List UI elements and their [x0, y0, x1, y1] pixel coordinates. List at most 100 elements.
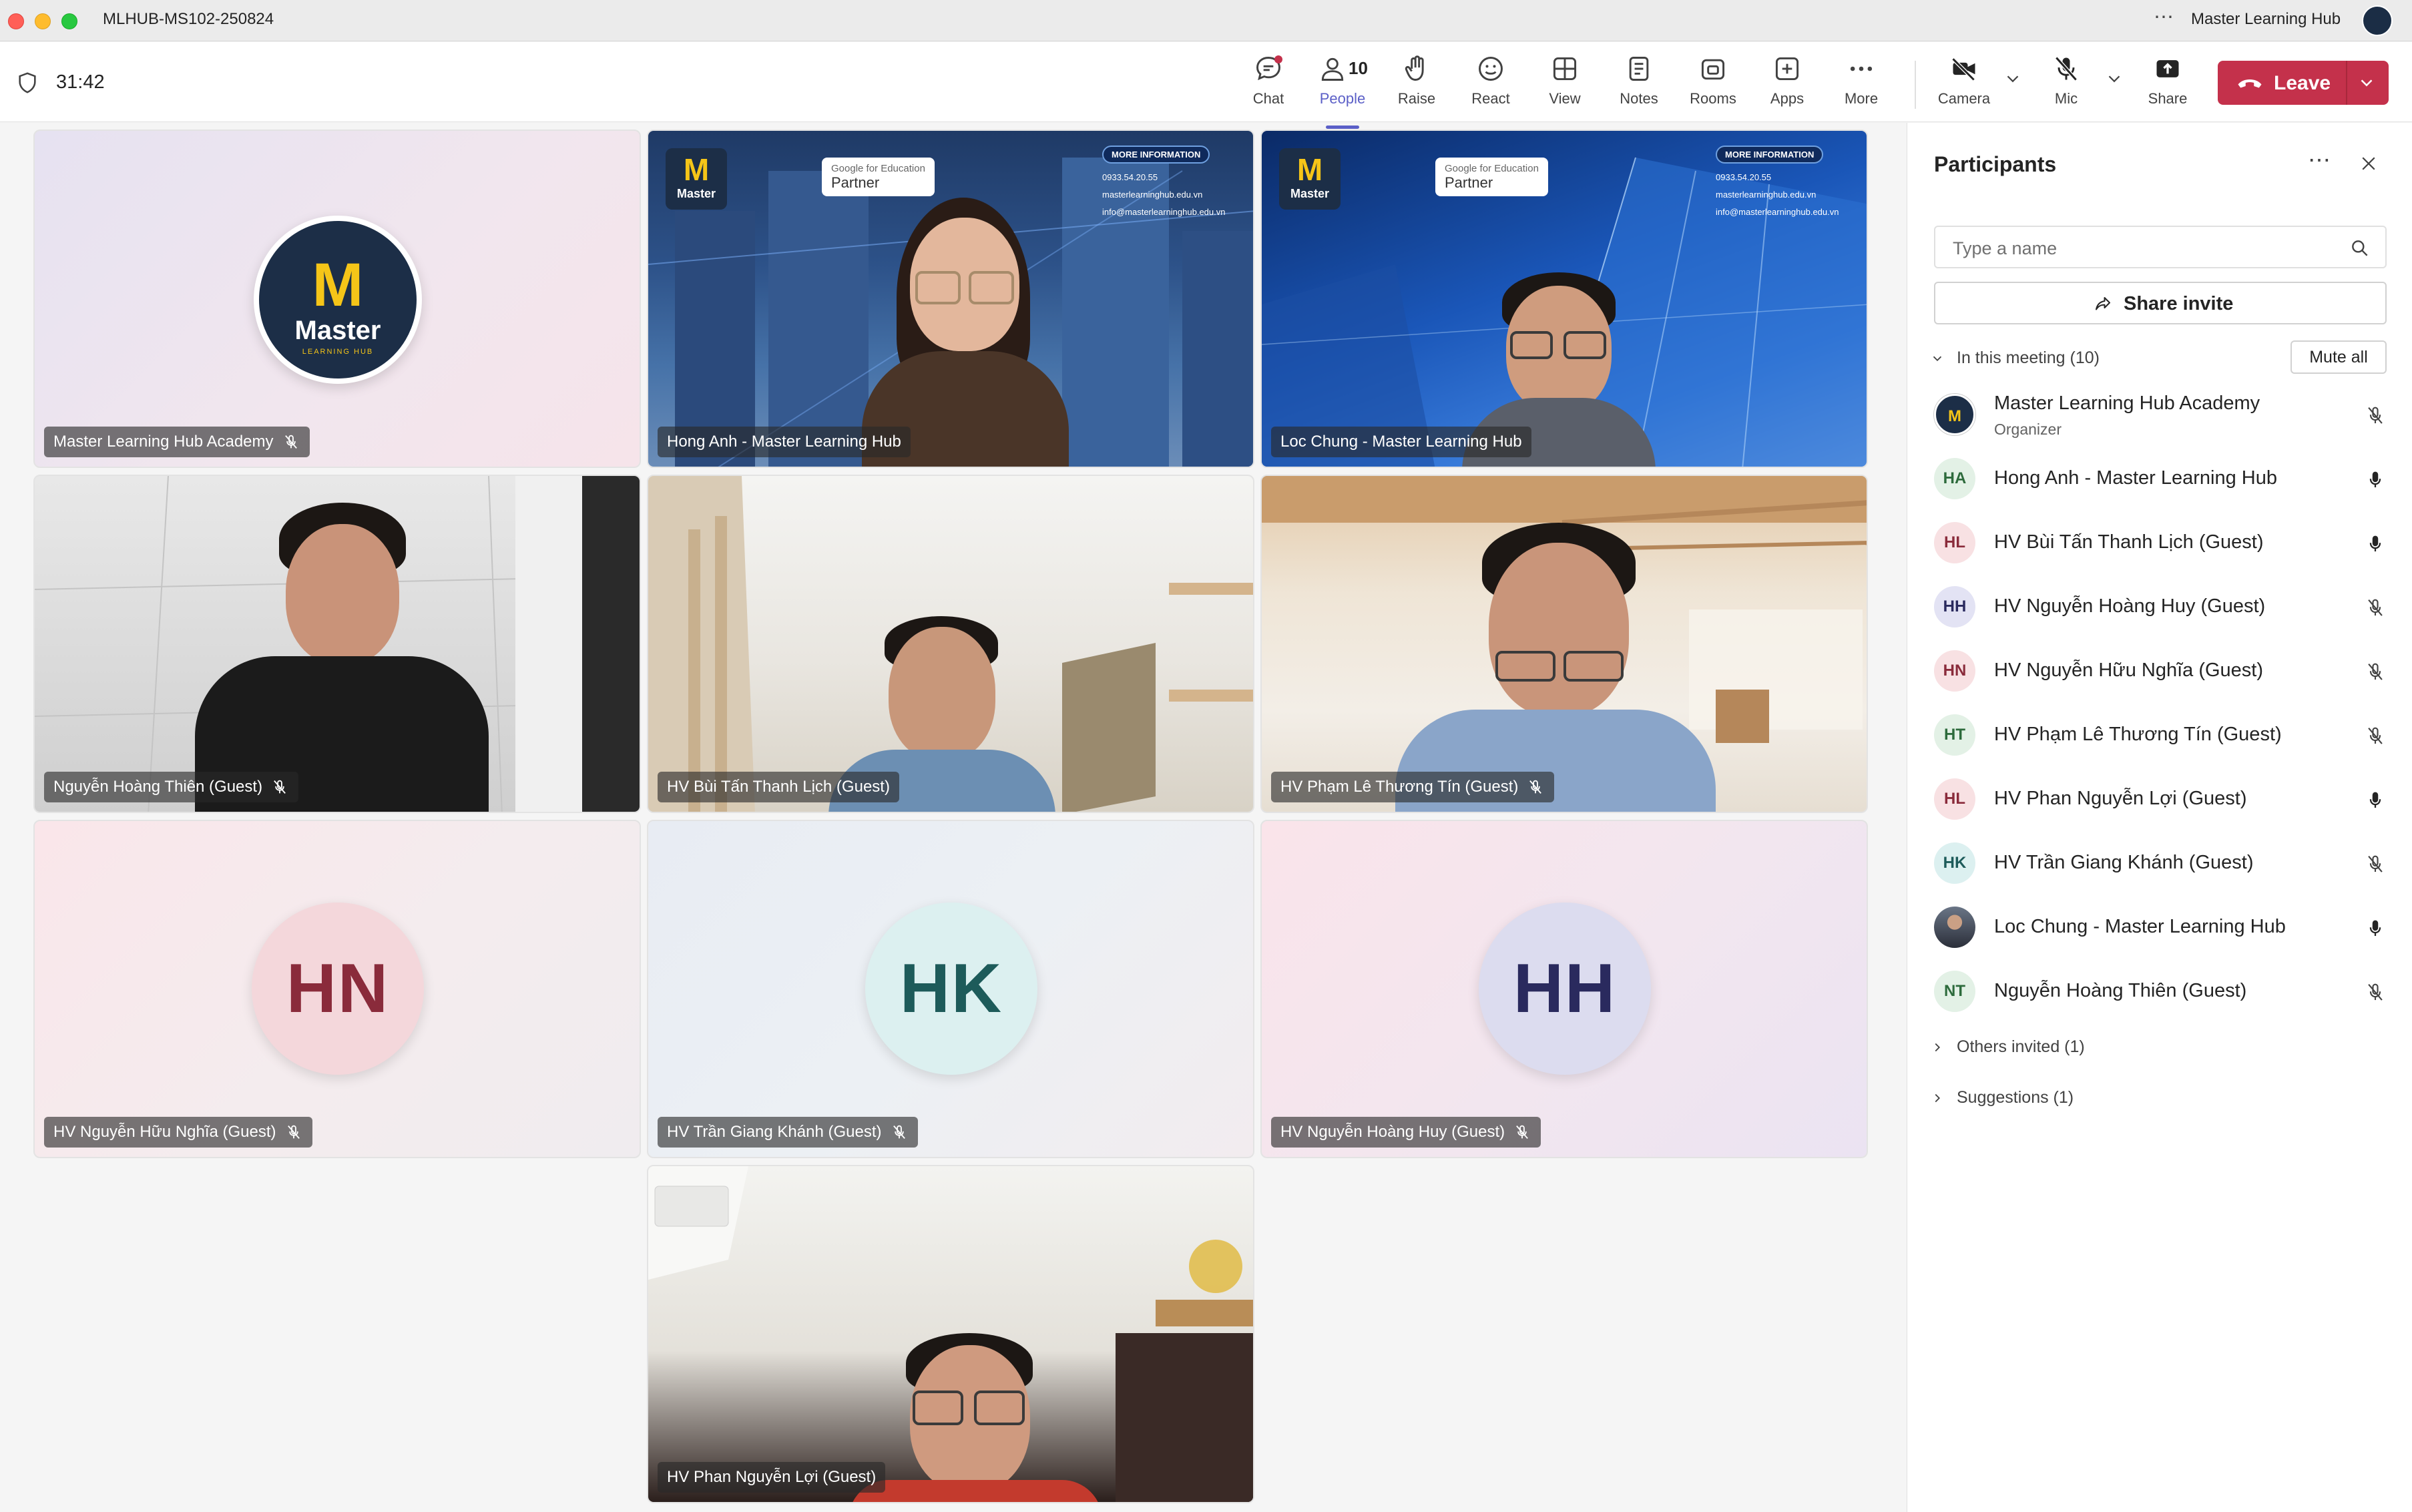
participant-name: Nguyễn Hoàng Thiên (Guest) [1994, 980, 2247, 1001]
mic-off-icon[interactable] [2364, 724, 2387, 747]
camera-label: Camera [1937, 90, 1991, 107]
mic-off-icon[interactable] [2364, 981, 2387, 1003]
more-options-icon[interactable]: ⋯ [2154, 5, 2174, 29]
raise-hand-button[interactable]: Raise [1380, 54, 1453, 118]
participant-name: Master Learning Hub Academy [53, 433, 274, 451]
more-button[interactable]: More [1825, 54, 1898, 118]
chevron-right-icon [1935, 1043, 1941, 1052]
participant-avatar: HN [1934, 650, 1975, 692]
mic-options-chevron-icon[interactable] [2104, 69, 2124, 89]
apps-label: Apps [1770, 90, 1804, 107]
org-name: Master Learning Hub [2191, 10, 2341, 28]
zoom-window-button[interactable] [61, 13, 77, 29]
participant-tile-pham-le-thuong-tin[interactable]: HV Phạm Lê Thương Tín (Guest) [1260, 475, 1868, 813]
mic-off-icon [893, 1125, 905, 1139]
camera-button[interactable]: Camera [1927, 54, 2001, 118]
participant-name: HV Phan Nguyễn Lợi (Guest) [667, 1468, 877, 1486]
participant-tile-nguyen-huu-nghia[interactable]: HN HV Nguyễn Hữu Nghĩa (Guest) [33, 820, 641, 1158]
minimize-window-button[interactable] [35, 13, 51, 29]
mic-off-icon[interactable] [2364, 596, 2387, 619]
participant-name-tag: Loc Chung - Master Learning Hub [1271, 427, 1531, 457]
participant-name: HV Trần Giang Khánh (Guest) [667, 1123, 882, 1141]
camera-options-chevron-icon[interactable] [2003, 69, 2023, 89]
participant-name-tag: HV Nguyễn Hữu Nghĩa (Guest) [44, 1117, 312, 1148]
participant-name: HV Nguyễn Hoàng Huy (Guest) [1280, 1123, 1505, 1141]
hang-up-icon [2238, 79, 2262, 88]
participant-row[interactable]: M Master Learning Hub Academy Organizer [1934, 383, 2387, 447]
share-invite-button[interactable]: Share invite [1934, 282, 2387, 324]
contact-info: MORE INFORMATION 0933.54.20.55 masterlea… [1102, 146, 1225, 221]
google-partner-badge: Google for Education Partner [822, 158, 935, 196]
close-window-button[interactable] [8, 13, 24, 29]
shield-icon [19, 72, 36, 93]
chat-button[interactable]: Chat [1232, 54, 1305, 118]
account-avatar[interactable] [2362, 5, 2393, 36]
participant-row[interactable]: HL HV Bùi Tấn Thanh Lịch (Guest) [1934, 511, 2387, 575]
participant-row[interactable]: LC Loc Chung - Master Learning Hub [1934, 896, 2387, 960]
participant-row[interactable]: NT Nguyễn Hoàng Thiên (Guest) [1934, 960, 2387, 1024]
rooms-label: Rooms [1690, 90, 1736, 107]
participant-tile-phan-nguyen-loi[interactable]: HV Phan Nguyễn Lợi (Guest) [647, 1165, 1254, 1503]
people-button[interactable]: 10 People [1306, 54, 1379, 129]
participant-row[interactable]: HT HV Phạm Lê Thương Tín (Guest) [1934, 704, 2387, 768]
participant-tile-hong-anh[interactable]: M Master Google for Education Partner MORE… [647, 130, 1254, 468]
search-icon [2352, 240, 2368, 256]
participant-avatar: HL [1934, 778, 1975, 820]
participant-initials-avatar: HN [252, 903, 424, 1075]
participant-row[interactable]: HA Hong Anh - Master Learning Hub [1934, 447, 2387, 511]
rooms-button[interactable]: Rooms [1676, 54, 1750, 118]
participant-name: Loc Chung - Master Learning Hub [1280, 433, 1522, 451]
leave-divider [2346, 61, 2347, 105]
participant-row[interactable]: HH HV Nguyễn Hoàng Huy (Guest) [1934, 575, 2387, 640]
hand-icon [1405, 55, 1424, 81]
participant-tile-nguyen-hoang-thien[interactable]: Nguyễn Hoàng Thiên (Guest) [33, 475, 641, 813]
apps-button[interactable]: Apps [1750, 54, 1824, 118]
panel-more-options-icon[interactable]: ⋯ [2308, 147, 2332, 174]
participant-avatar: M [1934, 394, 1975, 435]
react-button[interactable]: React [1454, 54, 1527, 118]
apps-icon [1775, 57, 1799, 81]
mic-on-icon[interactable] [2364, 468, 2387, 491]
participant-row[interactable]: HK HV Trần Giang Khánh (Guest) [1934, 832, 2387, 896]
mic-on-icon[interactable] [2364, 788, 2387, 811]
toolbar-divider [1915, 61, 1916, 109]
mic-on-icon[interactable] [2364, 532, 2387, 555]
participant-name-tag: HV Nguyễn Hoàng Huy (Guest) [1271, 1117, 1541, 1148]
mute-all-button[interactable]: Mute all [2290, 340, 2387, 374]
mic-off-icon [1516, 1125, 1529, 1139]
view-button[interactable]: View [1528, 54, 1602, 118]
mic-off-icon[interactable] [2364, 660, 2387, 683]
participant-row[interactable]: HL HV Phan Nguyễn Lợi (Guest) [1934, 768, 2387, 832]
participant-name: Loc Chung - Master Learning Hub [1994, 916, 2286, 937]
participant-name-tag: HV Phan Nguyễn Lợi (Guest) [658, 1462, 886, 1493]
mic-off-icon[interactable] [2364, 852, 2387, 875]
people-label: People [1319, 90, 1366, 107]
participant-avatar: HL [1934, 522, 1975, 563]
participant-tile-nguyen-hoang-huy[interactable]: HH HV Nguyễn Hoàng Huy (Guest) [1260, 820, 1868, 1158]
share-icon [2096, 297, 2110, 310]
participant-initials-avatar: HH [1479, 903, 1651, 1075]
master-learning-hub-logo: M Master LEARNING HUB [254, 216, 422, 384]
participant-search-input[interactable]: Type a name [1934, 226, 2387, 268]
leave-options-chevron-icon[interactable] [2357, 73, 2377, 93]
notes-icon [1629, 57, 1649, 81]
people-icon [1321, 57, 1344, 81]
participant-row[interactable]: HN HV Nguyễn Hữu Nghĩa (Guest) [1934, 640, 2387, 704]
leave-button[interactable]: Leave [2218, 61, 2389, 105]
mic-off-icon [2055, 56, 2078, 81]
participant-tile-master-academy[interactable]: M Master LEARNING HUB Master Learning Hu… [33, 130, 641, 468]
participant-name: HV Phan Nguyễn Lợi (Guest) [1994, 788, 2247, 809]
mic-button[interactable]: Mic [2029, 54, 2103, 118]
share-button[interactable]: Share [2131, 54, 2204, 118]
mic-off-icon[interactable] [2364, 404, 2387, 427]
participant-tile-loc-chung[interactable]: M Master Google for Education Partner MORE… [1260, 130, 1868, 468]
master-mini-logo: M Master [666, 148, 727, 210]
master-mini-logo: M Master [1279, 148, 1341, 210]
participant-name: Master Learning Hub Academy [1994, 393, 2260, 414]
participant-tile-tran-giang-khanh[interactable]: HK HV Trần Giang Khánh (Guest) [647, 820, 1254, 1158]
close-icon[interactable] [2359, 154, 2379, 174]
participant-name-tag: HV Bùi Tấn Thanh Lịch (Guest) [658, 772, 899, 802]
mic-on-icon[interactable] [2364, 917, 2387, 939]
participant-tile-bui-tan-thanh-lich[interactable]: HV Bùi Tấn Thanh Lịch (Guest) [647, 475, 1254, 813]
notes-button[interactable]: Notes [1602, 54, 1676, 118]
